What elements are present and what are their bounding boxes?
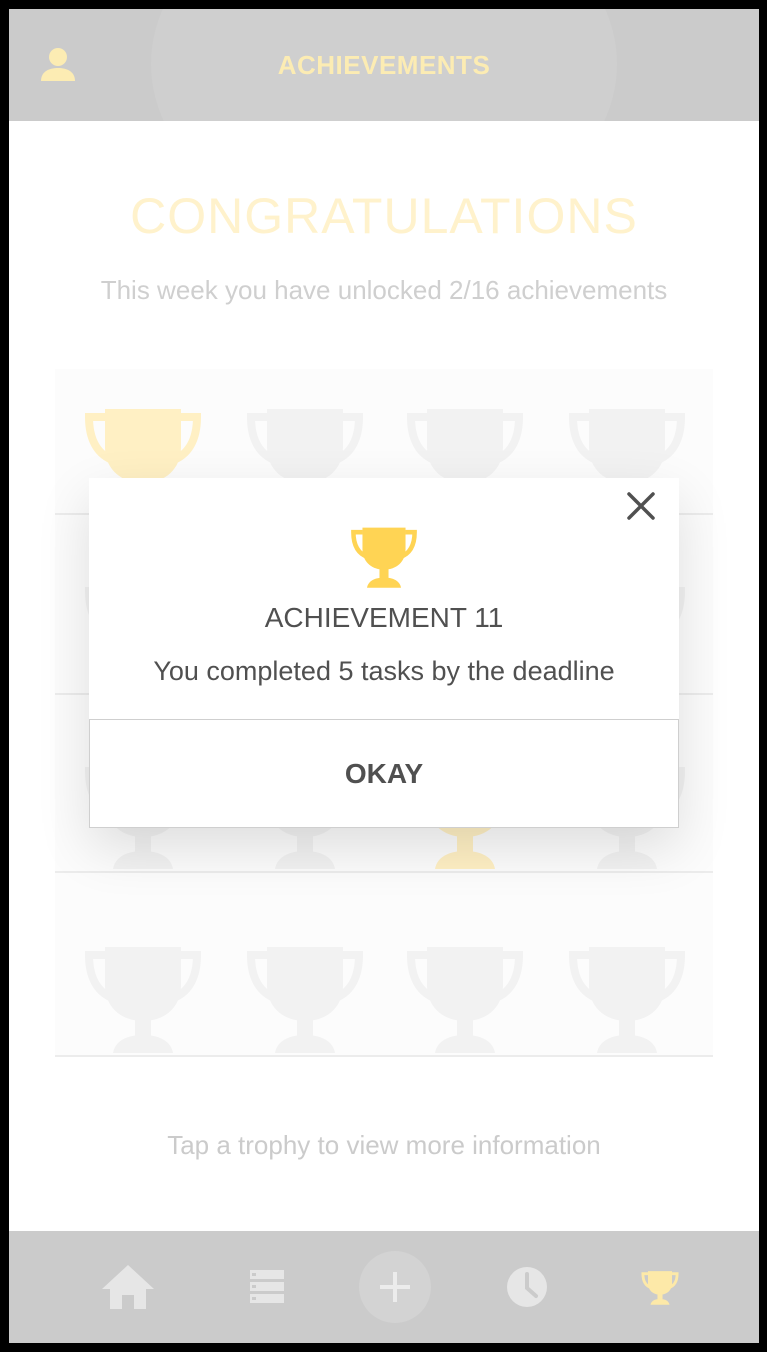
tap-hint: Tap a trophy to view more information [167, 1130, 601, 1160]
clock-icon [507, 1267, 547, 1307]
trophy-locked[interactable] [405, 937, 525, 1057]
trophy-icon [641, 1271, 679, 1305]
trophy-locked[interactable] [567, 937, 687, 1057]
trophy-icon [84, 947, 202, 1053]
trophy-icon [406, 947, 524, 1053]
congratulations-heading: CONGRATULATIONS [130, 188, 638, 244]
nav-history[interactable] [477, 1231, 577, 1343]
add-icon [380, 1272, 410, 1302]
achievement-title: ACHIEVEMENT 11 [264, 602, 504, 633]
app-frame: ACHIEVEMENTS CONGRATULATIONS This week y… [9, 9, 759, 1343]
trophy-icon [351, 527, 417, 588]
home-icon [102, 1265, 154, 1309]
header-bar: ACHIEVEMENTS [9, 9, 759, 121]
close-icon[interactable] [623, 488, 659, 524]
trophy-locked[interactable] [245, 937, 365, 1057]
trophy-icon [246, 947, 364, 1053]
achievement-description: You completed 5 tasks by the deadline [153, 656, 615, 686]
nav-home[interactable] [78, 1231, 178, 1343]
bottom-navigation [9, 1231, 759, 1343]
page-title: ACHIEVEMENTS [277, 49, 491, 80]
add-button[interactable] [359, 1251, 431, 1323]
achievement-modal: ACHIEVEMENT 11 You completed 5 tasks by … [89, 478, 679, 828]
trophy-icon [568, 947, 686, 1053]
okay-button[interactable]: OKAY [89, 719, 679, 828]
nav-achievements[interactable] [610, 1231, 710, 1343]
nav-list[interactable] [217, 1231, 317, 1343]
trophy-locked[interactable] [83, 937, 203, 1057]
list-icon [250, 1270, 284, 1303]
nav-add[interactable] [345, 1231, 445, 1343]
unlock-summary: This week you have unlocked 2/16 achieve… [100, 275, 668, 305]
